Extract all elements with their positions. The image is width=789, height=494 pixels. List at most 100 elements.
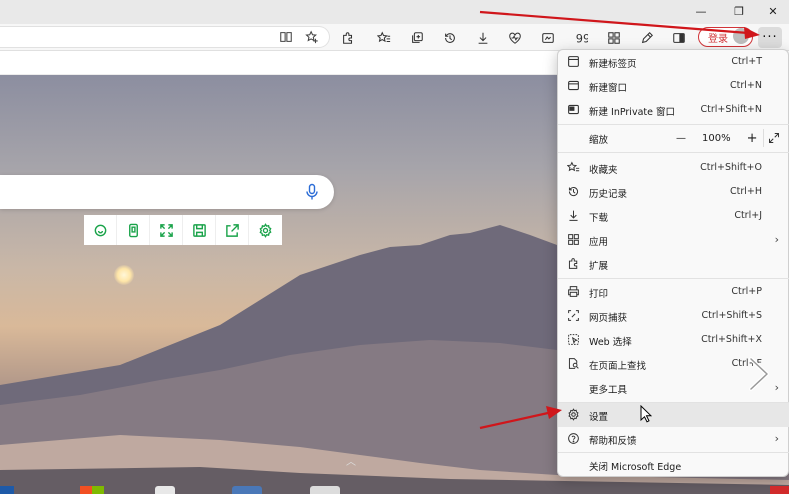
microphone-icon[interactable] (304, 183, 320, 201)
login-label: 登录 (708, 33, 728, 45)
menu-label: 历史记录 (589, 189, 628, 200)
extensions-puzzle-icon[interactable] (338, 28, 358, 48)
taskbar-app-icon[interactable] (155, 486, 175, 494)
minimize-button[interactable]: — (684, 0, 718, 22)
menu-label: 新建窗口 (589, 83, 628, 94)
taskbar-app-icon[interactable] (310, 486, 340, 494)
new-window-icon (567, 79, 581, 93)
menu-item-new-tab[interactable]: 新建标签页 Ctrl+T (558, 50, 789, 74)
taskbar-app-icon[interactable] (770, 486, 789, 494)
menu-shortcut: Ctrl+N (730, 80, 762, 91)
menu-label: 新建 InPrivate 窗口 (589, 107, 675, 118)
find-icon (567, 357, 581, 371)
menu-label: 下载 (589, 213, 609, 224)
tool-settings-icon[interactable] (249, 215, 282, 245)
menu-label: 缩放 (589, 135, 609, 146)
menu-label: 新建标签页 (589, 59, 637, 70)
sidebar-toggle-icon[interactable] (669, 28, 689, 48)
history-toolbar-icon[interactable] (440, 28, 460, 48)
menu-item-favorites[interactable]: 收藏夹 Ctrl+Shift+O (558, 156, 789, 180)
menu-shortcut: Ctrl+Shift+N (700, 104, 762, 115)
menu-item-web-select[interactable]: Web 选择 Ctrl+Shift+X (558, 328, 789, 352)
taskbar-app-icon[interactable] (0, 486, 14, 494)
menu-shortcut: Ctrl+Shift+S (701, 310, 762, 321)
menu-label: 在页面上查找 (589, 361, 647, 372)
menu-item-close-edge[interactable]: 关闭 Microsoft Edge (558, 453, 789, 477)
help-icon (567, 432, 581, 446)
browser-toolbar: 99 登录 ··· (0, 24, 789, 51)
print-icon (567, 285, 581, 299)
menu-label: Web 选择 (589, 337, 632, 348)
menu-label: 关闭 Microsoft Edge (589, 462, 682, 473)
avatar[interactable] (733, 28, 749, 44)
menu-item-downloads[interactable]: 下载 Ctrl+J (558, 204, 789, 228)
inprivate-icon (567, 103, 581, 117)
zoom-level: 100% (702, 132, 731, 144)
menu-label: 更多工具 (589, 385, 628, 396)
menu-shortcut: Ctrl+T (731, 56, 762, 67)
chevron-right-icon: › (774, 381, 779, 394)
capture-icon (567, 309, 581, 323)
share-icon[interactable] (216, 215, 249, 245)
menu-separator (558, 124, 789, 125)
new-tab-icon (567, 55, 581, 69)
menu-label: 扩展 (589, 261, 609, 272)
menu-item-new-window[interactable]: 新建窗口 Ctrl+N (558, 74, 789, 98)
copilot-edit-icon[interactable] (637, 28, 657, 48)
svg-text:99: 99 (576, 31, 588, 45)
menu-separator (558, 278, 789, 279)
bing-search-icon[interactable] (84, 215, 117, 245)
quote-icon[interactable]: 99 (571, 28, 591, 48)
download-icon (567, 209, 581, 223)
menu-item-new-inprivate-window[interactable]: 新建 InPrivate 窗口 Ctrl+Shift+N (558, 98, 789, 122)
menu-item-print[interactable]: 打印 Ctrl+P (558, 280, 789, 304)
scroll-next-chevron-icon[interactable] (744, 356, 774, 392)
zoom-out-button[interactable]: — (676, 133, 686, 144)
restore-button[interactable]: ❐ (722, 0, 756, 22)
microsoft-store-icon[interactable] (80, 486, 104, 494)
settings-and-more-menu: 新建标签页 Ctrl+T 新建窗口 Ctrl+N 新建 InPrivate 窗口… (557, 49, 789, 477)
web-search-input[interactable] (0, 175, 334, 209)
settings-and-more-button[interactable]: ··· (758, 27, 782, 48)
menu-item-help-and-feedback[interactable]: 帮助和反馈 › (558, 427, 789, 451)
menu-label: 收藏夹 (589, 165, 618, 176)
apps-icon (567, 233, 581, 247)
fullscreen-icon[interactable] (763, 129, 783, 147)
menu-item-apps[interactable]: 应用 › (558, 228, 789, 252)
address-bar[interactable] (0, 26, 330, 48)
mobile-icon[interactable] (117, 215, 150, 245)
chevron-right-icon: › (774, 233, 779, 246)
chevron-up-icon[interactable]: ︿ (346, 453, 356, 468)
gear-icon (567, 408, 581, 422)
add-favorite-icon[interactable] (302, 27, 322, 47)
reader-view-icon[interactable] (276, 27, 296, 47)
menu-shortcut: Ctrl+Shift+X (701, 334, 762, 345)
downloads-icon[interactable] (473, 28, 493, 48)
close-window-button[interactable]: ✕ (756, 0, 789, 22)
apps-toolbar-icon[interactable] (604, 28, 624, 48)
menu-item-web-capture[interactable]: 网页捕获 Ctrl+Shift+S (558, 304, 789, 328)
favorites-toolbar-icon[interactable] (374, 28, 394, 48)
menu-item-extensions[interactable]: 扩展 (558, 252, 789, 276)
web-select-icon (567, 333, 581, 347)
extensions-icon (567, 257, 581, 271)
collections-icon[interactable] (407, 28, 427, 48)
performance-icon[interactable] (505, 28, 525, 48)
expand-icon[interactable] (150, 215, 183, 245)
menu-shortcut: Ctrl+H (729, 186, 762, 197)
chevron-right-icon: › (774, 432, 779, 445)
menu-item-settings[interactable]: 设置 (558, 403, 789, 427)
mouse-cursor-icon (640, 405, 652, 423)
menu-item-history[interactable]: 历史记录 Ctrl+H (558, 180, 789, 204)
screenshot-icon[interactable] (538, 28, 558, 48)
menu-item-zoom: 缩放 — 100% + (558, 126, 789, 150)
menu-shortcut: Ctrl+P (731, 286, 762, 297)
menu-label: 网页捕获 (589, 313, 628, 324)
taskbar-app-icon[interactable] (232, 486, 262, 494)
menu-shortcut: Ctrl+Shift+O (700, 162, 762, 173)
save-icon[interactable] (183, 215, 216, 245)
title-bar: — ❐ ✕ (0, 0, 789, 24)
zoom-control: — 100% + (676, 126, 758, 150)
zoom-in-button[interactable]: + (747, 131, 758, 146)
menu-label: 应用 (589, 237, 609, 248)
